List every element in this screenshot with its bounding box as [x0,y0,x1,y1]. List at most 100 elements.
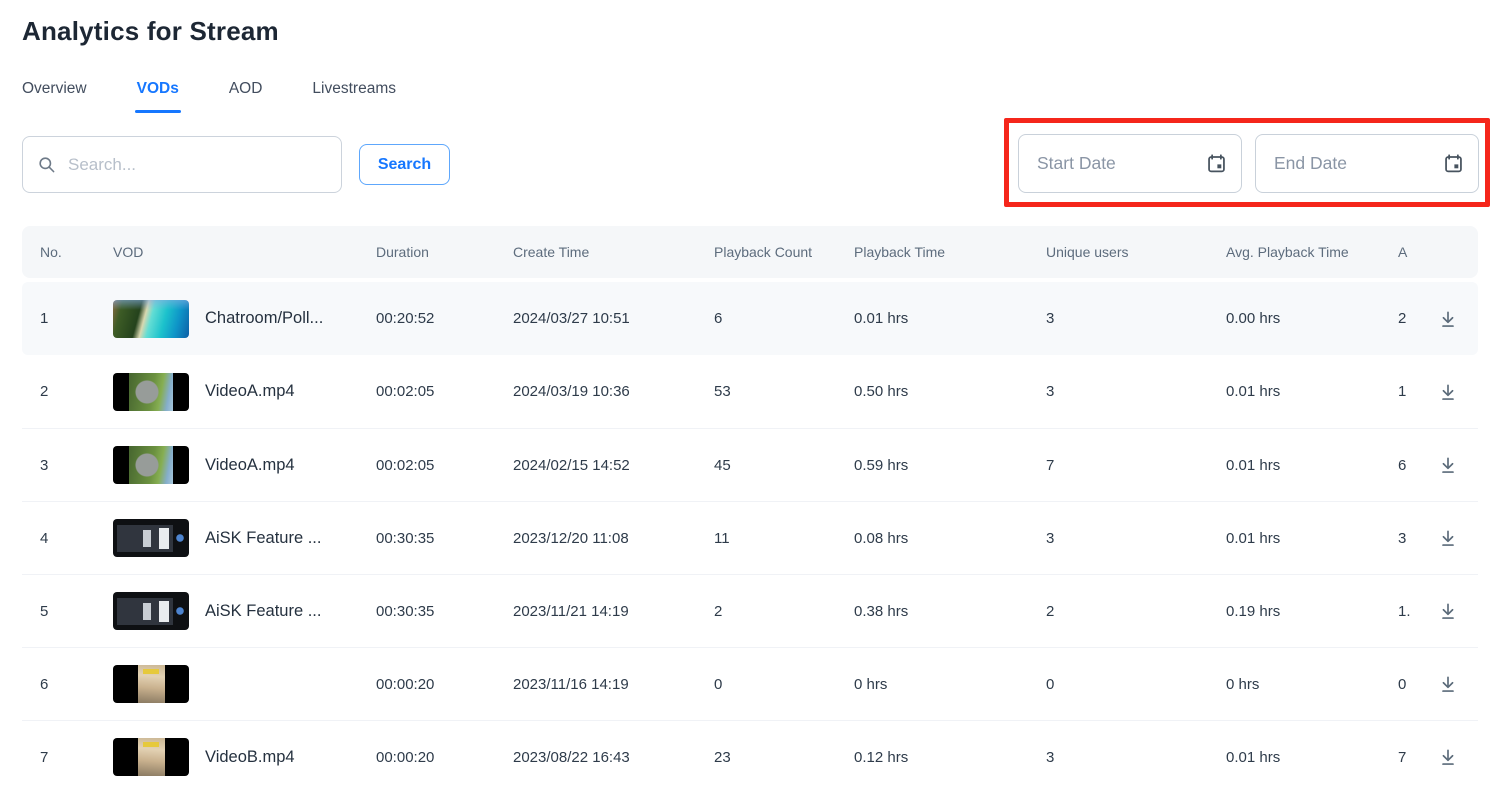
vod-thumbnail [113,519,189,557]
duration-cell: 00:30:35 [376,530,513,547]
actions-cell [1428,599,1478,623]
avg-playback-time-cell: 0 hrs [1226,676,1398,693]
vod-cell: VideoA.mp4 [113,373,376,411]
playback-time-cell: 0.12 hrs [854,749,1046,766]
table-row: 7 VideoB.mp4 00:00:20 2023/08/22 16:43 2… [22,720,1478,793]
download-icon [1438,747,1458,767]
vod-analytics-table: No. VOD Duration Create Time Playback Co… [22,226,1478,793]
date-range-annotation-box [1004,118,1490,207]
column-header-no: No. [22,244,113,260]
vod-thumbnail [113,738,189,776]
column-header-playback-time: Playback Time [854,244,1046,260]
create-time-cell: 2024/02/15 14:52 [513,457,714,474]
avg-playback-time-cell: 0.01 hrs [1226,749,1398,766]
download-button[interactable] [1436,526,1460,550]
a-column-cell: 0 [1398,676,1428,693]
page-title: Analytics for Stream [22,16,279,47]
table-row: 4 AiSK Feature ... 00:30:35 2023/12/20 1… [22,501,1478,574]
tab-overview[interactable]: Overview [22,80,87,113]
vod-thumbnail [113,446,189,484]
avg-playback-time-cell: 0.01 hrs [1226,457,1398,474]
vod-thumbnail [113,373,189,411]
download-icon [1438,382,1458,402]
vod-title: VideoA.mp4 [205,456,295,475]
playback-time-cell: 0.38 hrs [854,603,1046,620]
download-icon [1438,309,1458,329]
avg-playback-time-cell: 0.01 hrs [1226,383,1398,400]
vod-cell: AiSK Feature ... [113,519,376,557]
duration-cell: 00:00:20 [376,676,513,693]
end-date-input[interactable] [1272,152,1435,175]
calendar-icon[interactable] [1443,153,1464,174]
download-button[interactable] [1436,599,1460,623]
download-button[interactable] [1436,745,1460,769]
tab-vods[interactable]: VODs [137,80,179,113]
download-button[interactable] [1436,380,1460,404]
vod-thumbnail [113,592,189,630]
a-column-cell: 6 [1398,457,1428,474]
row-number: 3 [22,457,113,474]
column-header-avg-playback-time: Avg. Playback Time [1226,244,1398,260]
create-time-cell: 2023/08/22 16:43 [513,749,714,766]
vod-title: Chatroom/Poll... [205,309,323,328]
tab-livestreams[interactable]: Livestreams [312,80,396,113]
start-date-field[interactable] [1018,134,1242,193]
a-column-cell: 2 [1398,310,1428,327]
avg-playback-time-cell: 0.19 hrs [1226,603,1398,620]
start-date-input[interactable] [1035,152,1198,175]
create-time-cell: 2023/11/16 14:19 [513,676,714,693]
actions-cell [1428,526,1478,550]
table-header: No. VOD Duration Create Time Playback Co… [22,226,1478,278]
download-button[interactable] [1436,672,1460,696]
vod-thumbnail [113,665,189,703]
duration-cell: 00:02:05 [376,457,513,474]
unique-users-cell: 0 [1046,676,1226,693]
playback-count-cell: 53 [714,383,854,400]
search-icon [37,155,56,174]
playback-count-cell: 23 [714,749,854,766]
actions-cell [1428,672,1478,696]
vod-thumbnail [113,300,189,338]
table-row: 2 VideoA.mp4 00:02:05 2024/03/19 10:36 5… [22,355,1478,428]
download-icon [1438,601,1458,621]
playback-time-cell: 0.59 hrs [854,457,1046,474]
duration-cell: 00:30:35 [376,603,513,620]
vod-title: AiSK Feature ... [205,602,321,621]
row-number: 7 [22,749,113,766]
actions-cell [1428,307,1478,331]
playback-time-cell: 0 hrs [854,676,1046,693]
tab-aod[interactable]: AOD [229,80,263,113]
playback-count-cell: 6 [714,310,854,327]
column-header-create-time: Create Time [513,244,714,260]
actions-cell [1428,380,1478,404]
search-input[interactable] [66,154,327,176]
row-number: 5 [22,603,113,620]
download-icon [1438,528,1458,548]
row-number: 2 [22,383,113,400]
a-column-cell: 1 [1398,383,1428,400]
row-number: 6 [22,676,113,693]
vod-title: AiSK Feature ... [205,529,321,548]
vod-cell: VideoA.mp4 [113,446,376,484]
table-row: 1 Chatroom/Poll... 00:20:52 2024/03/27 1… [22,282,1478,355]
column-header-unique-users: Unique users [1046,244,1226,260]
table-row: 3 VideoA.mp4 00:02:05 2024/02/15 14:52 4… [22,428,1478,501]
search-box[interactable] [22,136,342,193]
vod-title: VideoB.mp4 [205,748,295,767]
calendar-icon[interactable] [1206,153,1227,174]
vod-title: VideoA.mp4 [205,382,295,401]
actions-cell [1428,453,1478,477]
download-button[interactable] [1436,307,1460,331]
end-date-field[interactable] [1255,134,1479,193]
vod-cell: VideoB.mp4 [113,738,376,776]
vod-cell: AiSK Feature ... [113,592,376,630]
search-button[interactable]: Search [359,144,450,185]
a-column-cell: 3 [1398,530,1428,547]
download-button[interactable] [1436,453,1460,477]
vod-cell [113,665,376,703]
table-row: 5 AiSK Feature ... 00:30:35 2023/11/21 1… [22,574,1478,647]
playback-time-cell: 0.50 hrs [854,383,1046,400]
playback-time-cell: 0.08 hrs [854,530,1046,547]
unique-users-cell: 3 [1046,310,1226,327]
download-icon [1438,455,1458,475]
